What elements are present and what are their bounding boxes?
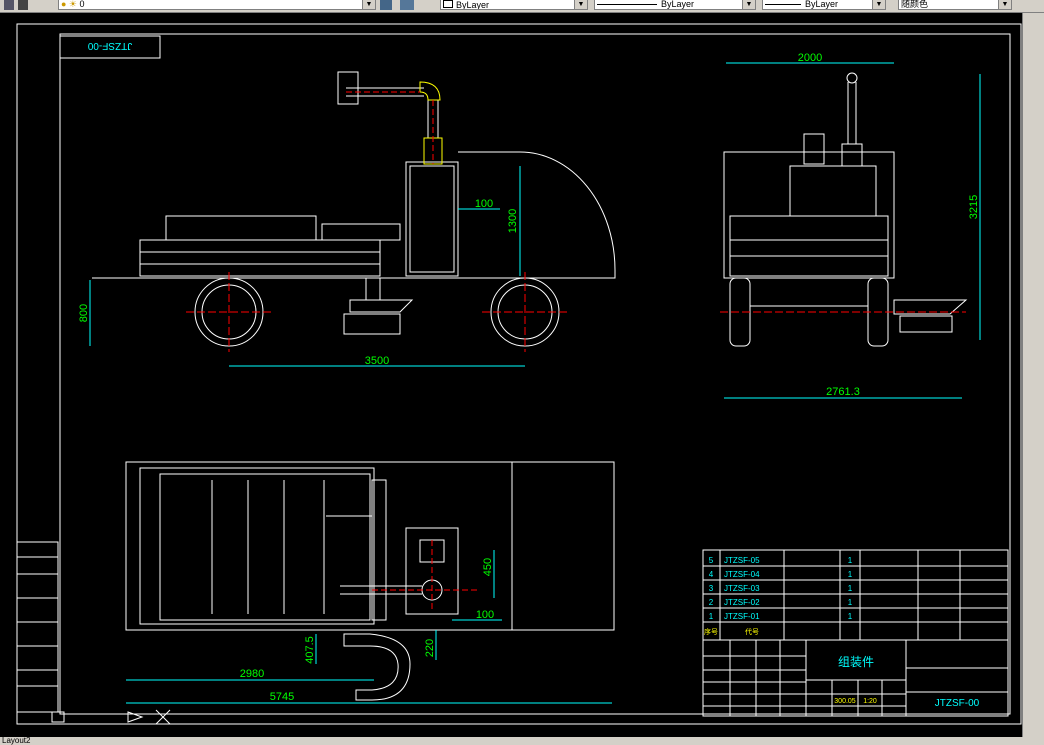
bom-row-1-code: JTZSF-01 [724,612,760,621]
layer-states-icon[interactable] [18,0,28,10]
hopper [349,299,414,313]
color-swatch [443,0,453,8]
front-view [92,71,616,347]
bom-row-1-no: 1 [709,612,714,621]
outer-frame [16,23,1022,725]
layer-on-icon: ● ☀ [61,0,80,9]
bom-header-no: 序号 [704,627,718,636]
dim-top-407: 407.5 [304,636,316,664]
chevron-down-icon: ▼ [362,0,375,9]
bom-row-4-qty: 1 [848,570,853,579]
chevron-down-icon: ▼ [998,0,1011,9]
bom-row-3-no: 3 [709,584,714,593]
bom-row-5-code: JTZSF-05 [724,556,760,565]
dim-front-100: 100 [475,198,493,210]
dim-top-5745: 5745 [270,691,294,703]
dim-side-2000: 2000 [798,52,822,64]
layout-tab-bar: Layout2 [0,737,1044,745]
make-current-layer-icon[interactable] [380,0,392,10]
title-part-name: 组装件 [838,655,874,669]
inner-frame [59,33,1011,715]
bom-row-3-code: JTZSF-03 [724,584,760,593]
drawing-canvas[interactable]: JTZSF-00 100 1300 800 3500 2000 3215 276… [0,13,1022,737]
bom-row-4-no: 4 [709,570,714,579]
side-view [723,72,968,347]
chevron-down-icon: ▼ [574,0,587,9]
bom-row-4-code: JTZSF-04 [724,570,760,579]
dim-top-220: 220 [424,639,436,657]
dim-side-3215: 3215 [968,195,980,219]
crane-elbow [419,81,441,101]
chevron-down-icon: ▼ [872,0,885,9]
tab-layout2[interactable]: Layout2 [2,737,30,745]
dim-front-1300: 1300 [507,209,519,233]
top-view [125,461,615,701]
bom-row-2-no: 2 [709,598,714,607]
lineweight-swatch [765,4,801,6]
dim-top-2980: 2980 [240,668,264,680]
cad-drawing: JTZSF-00 100 1300 800 3500 2000 3215 276… [16,23,1022,725]
dim-front-800: 800 [78,304,90,322]
bom-row-1-qty: 1 [848,612,853,621]
title-weight: 300.05 [834,698,856,705]
properties-toolbar: ● ☀ 0 ▼ ByLayer ▼ ByLayer ▼ ByLayer ▼ 随颜… [0,0,1044,13]
bom-row-3-qty: 1 [848,584,853,593]
bom-row-5-no: 5 [709,556,714,565]
ucs-icon [51,709,171,725]
dim-front-3500: 3500 [365,355,389,367]
lineweight-control-combo[interactable]: ByLayer ▼ [762,0,886,10]
title-scale: 1:20 [863,698,877,705]
title-drawing-no: JTZSF-00 [935,698,980,709]
dim-top-100: 100 [476,609,494,621]
bom-row-2-code: JTZSF-02 [724,598,760,607]
layer-manager-icon[interactable] [4,0,14,10]
tank-box [405,161,459,277]
title-box-text: JTZSF-00 [87,40,132,51]
bom-row-2-qty: 1 [848,598,853,607]
cab-outline [458,151,616,279]
plotstyle-control-combo[interactable]: 随颜色 ▼ [898,0,1012,10]
vertical-scrollbar[interactable] [1022,13,1044,737]
layer-combo[interactable]: ● ☀ 0 ▼ [58,0,376,10]
platform [139,239,381,277]
bom-row-5-qty: 1 [848,556,853,565]
linetype-control-combo[interactable]: ByLayer ▼ [594,0,756,10]
chevron-down-icon: ▼ [742,0,755,9]
linetype-swatch [597,4,657,6]
bom-header-code: 代号 [745,627,759,636]
layer-previous-icon[interactable] [400,0,414,10]
top-hopper-chute [343,633,411,701]
dim-side-2761: 2761.3 [826,386,860,398]
dim-top-450: 450 [482,558,494,576]
color-control-combo[interactable]: ByLayer ▼ [440,0,588,10]
